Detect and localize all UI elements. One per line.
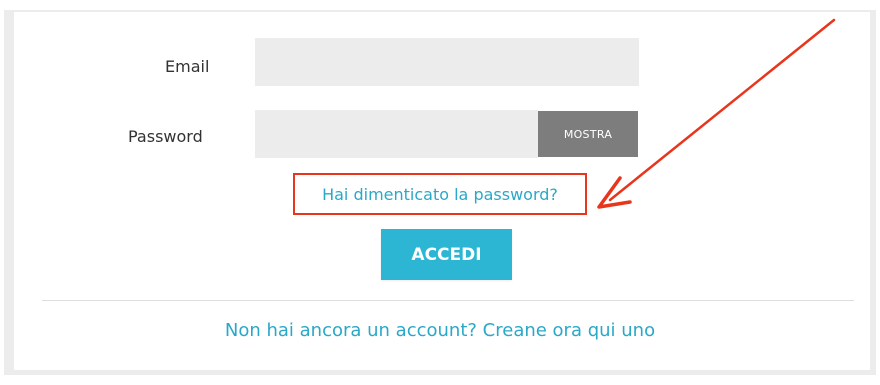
email-label: Email bbox=[165, 57, 210, 76]
email-input[interactable] bbox=[255, 38, 639, 86]
show-password-button[interactable]: MOSTRA bbox=[538, 111, 638, 157]
login-button[interactable]: ACCEDI bbox=[381, 229, 512, 280]
annotation-highlight-box bbox=[293, 173, 587, 215]
signup-link[interactable]: Non hai ancora un account? Creane ora qu… bbox=[0, 320, 880, 341]
password-input[interactable] bbox=[255, 110, 538, 158]
divider bbox=[42, 300, 854, 301]
password-label: Password bbox=[128, 127, 203, 146]
